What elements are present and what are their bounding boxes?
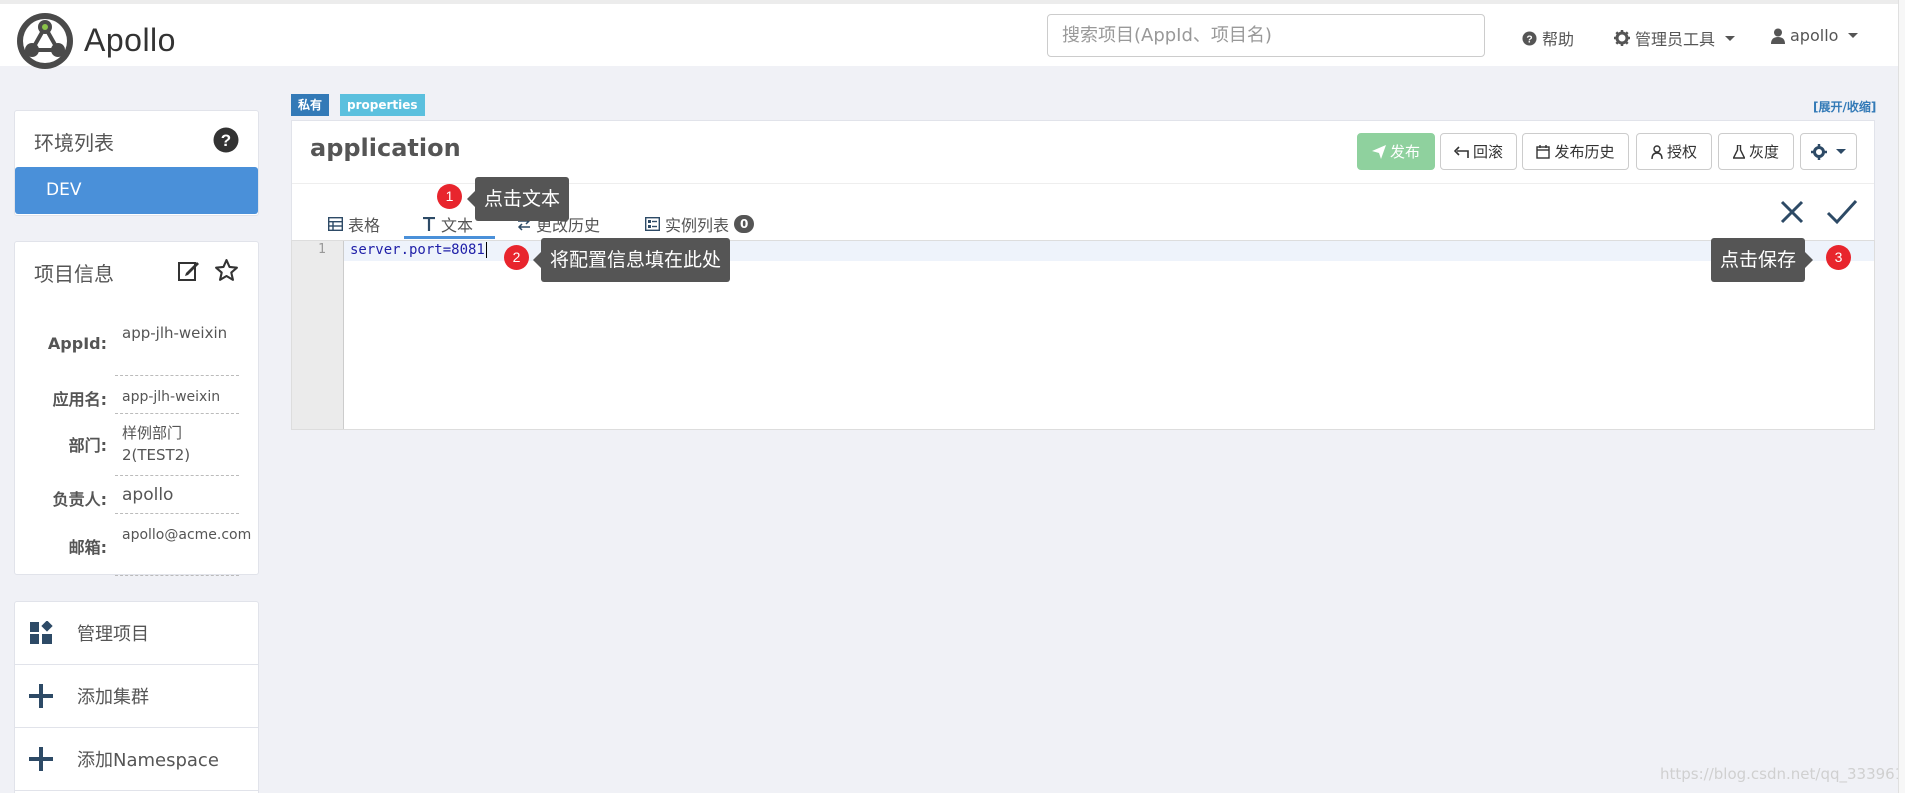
text-icon	[423, 217, 435, 231]
calendar-icon	[1536, 144, 1551, 159]
tab-text[interactable]: 文本	[422, 212, 473, 236]
undo-icon	[1453, 145, 1469, 158]
info-label: 邮箱:	[68, 538, 107, 557]
release-history-label: 发布历史	[1554, 143, 1615, 161]
admin-tools-label: 管理员工具	[1635, 30, 1716, 49]
watermark-text: https://blog.csdn.net/qq_33396183	[1660, 765, 1905, 783]
step-tooltip-3: 点击保存	[1711, 238, 1814, 282]
dashboard-icon	[30, 621, 53, 644]
plus-icon	[29, 747, 53, 771]
checkmark-icon[interactable]	[1826, 198, 1858, 226]
info-value: apollo	[115, 480, 239, 514]
step-marker-2: 2	[504, 245, 529, 270]
info-label: 部门:	[68, 436, 107, 455]
logo-text: Apollo	[84, 21, 176, 58]
plus-icon	[29, 684, 53, 708]
question-circle-icon[interactable]: ?	[213, 127, 239, 153]
help-label: 帮助	[1542, 30, 1575, 49]
apollo-logo[interactable]: Apollo	[14, 10, 176, 70]
info-row-appid: AppId: app-jlh-weixin	[15, 322, 258, 376]
actions-menu: 管理项目 添加集群 添加Namespace	[14, 601, 259, 793]
edit-icon[interactable]	[177, 259, 201, 283]
user-dropdown[interactable]: apollo	[1771, 26, 1859, 45]
info-row-email: 邮箱: apollo@acme.com	[15, 520, 258, 576]
expand-collapse-link[interactable]: [展开/收缩]	[1813, 98, 1876, 115]
tab-table[interactable]: 表格	[328, 212, 380, 236]
info-row-dept: 部门: 样例部门2(TEST2)	[15, 418, 258, 476]
menu-label: 添加集群	[77, 687, 149, 708]
info-value: 样例部门2(TEST2)	[115, 418, 239, 476]
tab-label: 文本	[441, 216, 474, 235]
search-input[interactable]	[1047, 14, 1485, 57]
editor-line-text[interactable]: server.port=8081	[350, 242, 487, 258]
help-link[interactable]: ? 帮助	[1522, 26, 1574, 50]
gear-icon	[1811, 143, 1827, 160]
page-scrollbar[interactable]	[1898, 0, 1905, 793]
rollback-button[interactable]: 回滚	[1440, 133, 1517, 170]
project-info-panel: 项目信息 AppId: app-jlh-weixin 应用名: app-jlh-…	[14, 241, 259, 576]
info-label: 应用名:	[52, 390, 107, 409]
top-navbar: Apollo ? 帮助 管理员工具 apollo	[0, 0, 1905, 69]
svg-text:?: ?	[221, 131, 231, 150]
grant-label: 授权	[1666, 143, 1697, 161]
namespace-title: application	[310, 134, 461, 162]
publish-label: 发布	[1389, 143, 1420, 161]
menu-label: 添加Namespace	[77, 750, 219, 771]
info-value: app-jlh-weixin	[115, 380, 239, 414]
user-label: apollo	[1790, 26, 1839, 45]
gray-release-button[interactable]: 灰度	[1718, 133, 1794, 170]
gear-icon	[1614, 30, 1630, 46]
line-number: 1	[318, 242, 326, 257]
env-list-title: 环境列表	[34, 131, 114, 155]
env-item-dev[interactable]: DEV	[15, 167, 258, 214]
editor-gutter	[292, 241, 344, 429]
svg-text:?: ?	[1526, 34, 1532, 45]
info-label: AppId:	[47, 334, 107, 353]
step-marker-1: 1	[437, 184, 462, 209]
private-badge: 私有	[291, 94, 330, 116]
rollback-label: 回滚	[1472, 143, 1503, 161]
close-icon[interactable]	[1780, 200, 1804, 224]
question-circle-icon: ?	[1522, 30, 1537, 46]
info-value: apollo@acme.com	[115, 520, 251, 576]
release-history-button[interactable]: 发布历史	[1522, 133, 1629, 170]
settings-dropdown[interactable]	[1800, 133, 1857, 170]
grant-button[interactable]: 授权	[1636, 133, 1712, 170]
flask-icon	[1732, 144, 1745, 159]
info-label: 负责人:	[52, 490, 107, 509]
server-list-icon	[645, 217, 660, 231]
step-tooltip-1: 点击文本	[466, 177, 570, 221]
tab-label: 表格	[348, 216, 381, 235]
user-icon	[1651, 144, 1663, 159]
tab-instances[interactable]: 实例列表 0	[645, 212, 755, 236]
star-icon[interactable]	[214, 258, 239, 283]
active-tab-indicator	[404, 236, 495, 239]
apollo-logo-icon	[17, 13, 73, 69]
info-row-owner: 负责人: apollo	[15, 480, 258, 514]
chevron-down-icon	[1836, 149, 1846, 154]
step-tooltip-2: 将配置信息填在此处	[532, 238, 731, 282]
config-text-editor[interactable]: 1 server.port=8081	[291, 240, 1875, 430]
user-icon	[1771, 28, 1785, 44]
menu-item-manage-project[interactable]: 管理项目	[15, 602, 258, 665]
info-row-appname: 应用名: app-jlh-weixin	[15, 380, 258, 414]
env-list-panel: 环境列表 ? DEV	[14, 110, 259, 216]
publish-button[interactable]: 发布	[1357, 133, 1435, 170]
tab-label: 实例列表	[665, 216, 730, 235]
format-badge: properties	[340, 94, 425, 116]
instances-count-badge: 0	[734, 215, 755, 233]
menu-item-add-namespace[interactable]: 添加Namespace	[15, 728, 258, 791]
project-info-title: 项目信息	[34, 262, 114, 286]
table-icon	[328, 217, 343, 231]
admin-tools-dropdown[interactable]: 管理员工具	[1614, 26, 1736, 50]
gray-release-label: 灰度	[1748, 143, 1779, 161]
chevron-down-icon	[1725, 35, 1736, 41]
paper-plane-icon	[1371, 144, 1386, 159]
menu-label: 管理项目	[77, 624, 149, 645]
info-value: app-jlh-weixin	[115, 322, 239, 376]
chevron-down-icon	[1848, 33, 1859, 38]
step-marker-3: 3	[1826, 245, 1851, 270]
menu-item-add-cluster[interactable]: 添加集群	[15, 665, 258, 728]
